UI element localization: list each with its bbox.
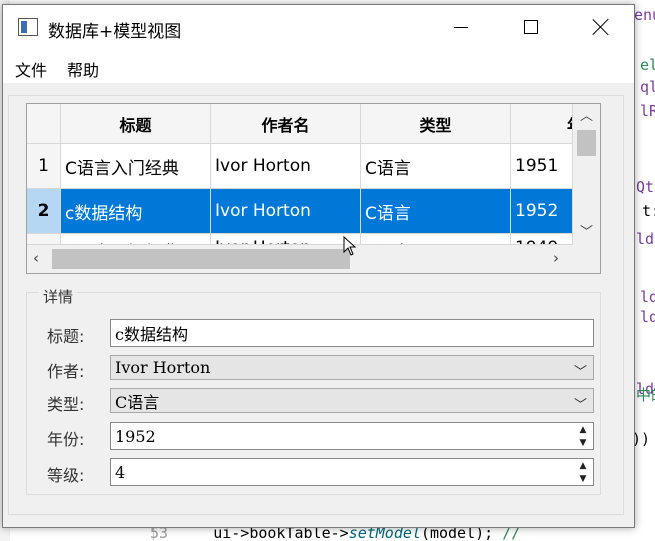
row-header-1[interactable]: 1 xyxy=(27,144,61,189)
rating-label: 等级: xyxy=(47,466,85,485)
background-code-fragment: ldi xyxy=(640,288,655,306)
title-label: 标题: xyxy=(47,327,85,346)
window-title: 数据库+模型视图 xyxy=(48,22,182,42)
background-code-fragment: lRe xyxy=(640,102,655,120)
chevron-down-icon[interactable]: ﹀ xyxy=(574,361,587,380)
table-cell-selected[interactable]: c数据结构 xyxy=(61,189,211,234)
table-cell[interactable]: C语言 xyxy=(361,144,511,189)
spin-down-icon[interactable]: ▼ xyxy=(573,472,593,485)
column-header-type[interactable]: 类型 xyxy=(361,104,511,144)
table-cell[interactable]: 1951 xyxy=(511,144,573,189)
vertical-scrollbar[interactable]: ︿ ﹀ xyxy=(573,104,600,245)
scrollbar-corner xyxy=(573,245,600,273)
rating-spin-buttons: ▲ ▼ xyxy=(573,459,593,485)
chevron-down-icon[interactable]: ﹀ xyxy=(574,394,587,413)
type-combobox-value: C语言 xyxy=(115,392,160,412)
spin-up-icon[interactable]: ▲ xyxy=(573,423,593,436)
table-cell-selected[interactable]: C语言 xyxy=(361,189,511,234)
app-icon xyxy=(18,18,38,36)
table-cell-selected[interactable]: 1952 xyxy=(511,189,573,234)
background-code-fragment: ela xyxy=(640,56,655,74)
table-cell[interactable]: Ivor Horton xyxy=(211,144,361,189)
rating-spinbox-value: 4 xyxy=(115,462,126,482)
maximize-icon xyxy=(524,20,538,34)
author-combobox[interactable]: Ivor Horton ﹀ xyxy=(110,355,594,380)
menu-help[interactable]: 帮助 xyxy=(67,57,99,81)
scroll-left-icon[interactable]: ‹ xyxy=(33,251,39,266)
horizontal-scrollbar[interactable]: ‹ › xyxy=(27,245,573,273)
year-spin-buttons: ▲ ▼ xyxy=(573,423,593,449)
column-header-author[interactable]: 作者名 xyxy=(211,104,361,144)
scroll-right-icon[interactable]: › xyxy=(553,251,559,266)
spin-down-icon[interactable]: ▼ xyxy=(573,436,593,449)
minimize-button[interactable] xyxy=(438,5,484,49)
scroll-up-icon[interactable]: ︿ xyxy=(580,110,593,123)
table-cell[interactable]: C语言入门经典 xyxy=(61,234,211,245)
table-corner-button[interactable] xyxy=(27,104,61,144)
details-groupbox-title: 详情 xyxy=(39,286,78,307)
year-spinbox[interactable]: 1952 ▲ ▼ xyxy=(110,422,594,450)
type-label: 类型: xyxy=(47,395,85,414)
background-code-fragment: ldi xyxy=(636,230,655,248)
vertical-scroll-thumb[interactable] xyxy=(577,130,596,156)
row-header-3[interactable] xyxy=(27,234,61,245)
column-header-year[interactable]: 年 xyxy=(511,104,573,144)
column-header-title[interactable]: 标题 xyxy=(61,104,211,144)
mouse-cursor-icon xyxy=(343,236,357,256)
year-label: 年份: xyxy=(47,430,85,449)
menu-file[interactable]: 文件 xyxy=(15,57,47,81)
table-cell[interactable]: 1949 xyxy=(511,234,573,245)
author-label: 作者: xyxy=(47,362,85,381)
close-button[interactable] xyxy=(578,5,624,49)
table-cell[interactable]: C语言入门经典 xyxy=(61,144,211,189)
year-spinbox-value: 1952 xyxy=(115,426,156,446)
author-combobox-value: Ivor Horton xyxy=(115,358,211,377)
spin-up-icon[interactable]: ▲ xyxy=(573,459,593,472)
table-cell[interactable]: Ivor Horton xyxy=(211,234,361,245)
title-bar[interactable]: 数据库+模型视图 xyxy=(3,5,634,49)
background-code-fragment: ldi xyxy=(640,308,655,326)
row-header-2[interactable]: 2 xyxy=(27,189,61,234)
background-code-fragment: t: xyxy=(642,202,655,220)
menu-bar: 文件 帮助 xyxy=(3,49,634,83)
minimize-icon xyxy=(454,26,468,28)
table-cell[interactable]: C语言 xyxy=(361,234,511,245)
title-input[interactable]: c数据结构 xyxy=(110,319,594,347)
maximize-button[interactable] xyxy=(508,5,554,49)
title-input-value: c数据结构 xyxy=(115,325,188,344)
type-combobox[interactable]: C语言 ﹀ xyxy=(110,388,594,413)
background-code-fragment: enu xyxy=(634,6,655,24)
book-table[interactable]: 标题 作者名 类型 年 1 C语言入门经典 Ivor Horton C语言 19… xyxy=(26,103,601,274)
background-code-fragment: 中的 xyxy=(636,386,655,404)
horizontal-scroll-thumb[interactable] xyxy=(52,249,350,269)
background-code-fragment: qlR xyxy=(640,78,655,96)
rating-spinbox[interactable]: 4 ▲ ▼ xyxy=(110,458,594,486)
scroll-down-icon[interactable]: ﹀ xyxy=(580,226,593,239)
background-code-fragment: Qt xyxy=(636,178,655,196)
table-cell-selected[interactable]: Ivor Horton xyxy=(211,189,361,234)
close-icon xyxy=(592,18,610,36)
